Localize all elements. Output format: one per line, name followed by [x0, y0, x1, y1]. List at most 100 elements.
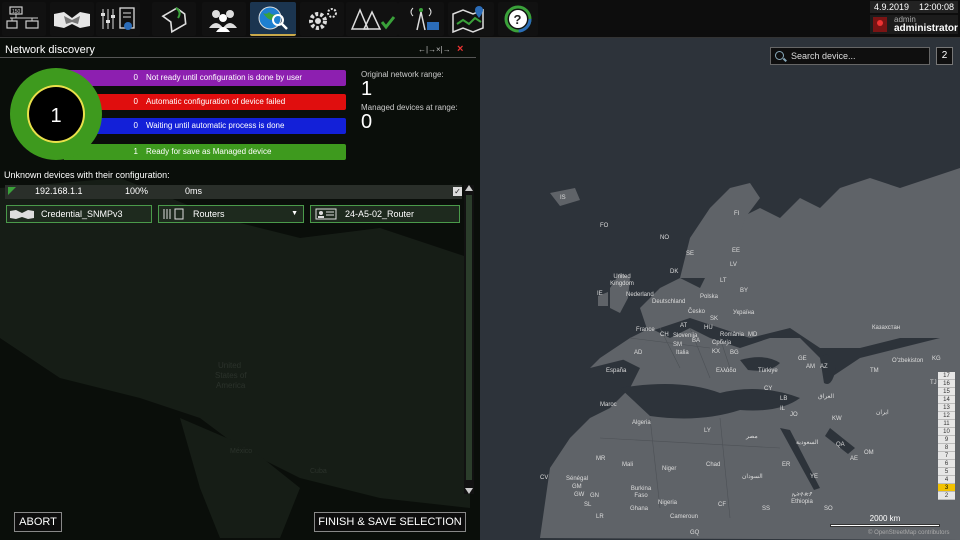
scroll-thumb[interactable]	[466, 195, 472, 480]
map-label: KW	[832, 416, 842, 422]
zoom-level-selected[interactable]: 3	[938, 484, 955, 492]
device-percent: 100%	[125, 186, 149, 196]
map-label: NO	[660, 235, 669, 241]
original-range-value: 1	[361, 78, 373, 100]
zoom-level[interactable]: 6	[938, 460, 955, 468]
zoom-level[interactable]: 15	[938, 388, 955, 396]
device-search-input[interactable]: Search device...	[770, 47, 930, 65]
search-icon	[775, 51, 784, 60]
datetime: 4.9.2019 12:00:08	[870, 1, 958, 13]
close-icon[interactable]: ×	[457, 43, 463, 55]
map-label: Mali	[622, 462, 634, 468]
zoom-level[interactable]: 11	[938, 420, 955, 428]
map-label: DK	[670, 269, 679, 275]
svg-text:México: México	[230, 448, 252, 455]
status-bar-not-ready: 0 Not ready until configuration is done …	[64, 70, 346, 86]
map-marker-icon	[452, 6, 484, 34]
zoom-level[interactable]: 2	[938, 492, 955, 500]
map-label: BA	[692, 338, 701, 344]
zoom-level[interactable]: 16	[938, 380, 955, 388]
map-label: LT	[720, 278, 727, 284]
map-label: Deutschland	[652, 299, 686, 305]
managed-devices-label: Managed devices at range:	[361, 103, 458, 112]
zoom-level[interactable]: 5	[938, 468, 955, 476]
zoom-level[interactable]: 8	[938, 444, 955, 452]
search-placeholder: Search device...	[791, 51, 856, 61]
map-label: Italia	[676, 350, 689, 356]
zoom-level[interactable]: 9	[938, 436, 955, 444]
handshake-icon	[54, 12, 90, 28]
status-label: Not ready until configuration is done by…	[146, 73, 303, 82]
zoom-level[interactable]: 7	[938, 452, 955, 460]
zoom-level[interactable]: 10	[938, 428, 955, 436]
map-label: Chad	[706, 462, 721, 468]
map-view[interactable]: IS FO NO SE FI EE LV LT DK United Kingdo…	[480, 38, 960, 540]
app-window: 150 ? 4.9.2019 12:00:08 admin administra…	[0, 0, 960, 540]
zoom-level[interactable]: 13	[938, 404, 955, 412]
service-handshake-button[interactable]	[50, 2, 94, 36]
wireless-tower-button[interactable]	[398, 2, 444, 36]
zoom-level[interactable]: 12	[938, 412, 955, 420]
map-label: BY	[740, 288, 749, 294]
device-settings-icon	[163, 208, 184, 220]
user-groups-button[interactable]	[202, 2, 246, 36]
scroll-down-icon[interactable]	[465, 488, 473, 494]
network-discovery-button[interactable]	[250, 2, 296, 36]
map-label: Sénégal	[566, 476, 589, 482]
map-label: Burkina Faso	[630, 486, 652, 499]
collapse-icon[interactable]: ×|→	[436, 45, 451, 54]
credential-selector[interactable]: Credential_SNMPv3	[6, 205, 152, 223]
status-label: Automatic configuration of device failed	[146, 97, 286, 106]
map-view-button[interactable]	[448, 2, 494, 36]
original-range-label: Original network range:	[361, 70, 444, 79]
status-flag-icon	[8, 187, 16, 195]
map-label: CF	[718, 502, 726, 508]
help-button[interactable]: ?	[498, 2, 538, 36]
map-label: SE	[686, 251, 695, 257]
device-row[interactable]: 192.168.1.1 100% 0ms ✓	[5, 185, 462, 199]
expand-icon[interactable]: ←|→	[418, 45, 436, 54]
network-topology-button[interactable]: 150	[2, 2, 46, 36]
abort-button[interactable]: ABORT	[14, 512, 62, 532]
map-attribution[interactable]: © OpenStreetMap contributors	[868, 530, 949, 536]
map-label: IS	[560, 195, 566, 201]
map-label: MD	[748, 332, 758, 338]
user-account-button[interactable]: admin administrator	[870, 15, 958, 34]
status-bar-failed: 0 Automatic configuration of device fail…	[64, 94, 346, 110]
device-list-scrollbar[interactable]	[464, 185, 474, 494]
zoom-level[interactable]: 4	[938, 476, 955, 484]
map-label: LR	[596, 514, 604, 520]
map-label: AZ	[820, 364, 828, 370]
map-label: JO	[790, 412, 798, 418]
template-selector[interactable]: 24-A5-02_Router	[310, 205, 460, 223]
zoom-level[interactable]: 17	[938, 372, 955, 380]
zoom-level[interactable]: 14	[938, 396, 955, 404]
device-type-select[interactable]: Routers ▼	[158, 205, 304, 223]
scroll-up-icon[interactable]	[465, 185, 473, 191]
map-label: SM	[673, 342, 682, 348]
map-label: SK	[710, 316, 719, 322]
finish-save-button[interactable]: FINISH & SAVE SELECTION	[314, 512, 466, 532]
discovery-tag-button[interactable]	[152, 2, 196, 36]
map-label: Nigeria	[658, 500, 678, 506]
map-label: TJ	[930, 380, 937, 386]
search-result-count[interactable]: 2	[936, 47, 953, 65]
configuration-button[interactable]	[300, 2, 344, 36]
map-label: FO	[600, 223, 609, 229]
map-label: AM	[806, 364, 815, 370]
map-label: Algeria	[632, 420, 651, 426]
alarm-acknowledge-button[interactable]	[346, 2, 398, 36]
map-label: EE	[732, 248, 741, 254]
svg-text:?: ?	[514, 12, 522, 27]
range-stats: Original network range: 1 Managed device…	[361, 70, 471, 136]
chevron-down-icon: ▼	[291, 210, 298, 217]
map-scale: 2000 km	[830, 514, 940, 527]
map-label: Ghana	[630, 506, 649, 512]
map-label: MR	[596, 456, 606, 462]
device-settings-button[interactable]	[96, 2, 140, 36]
device-select-checkbox[interactable]: ✓	[453, 187, 462, 196]
map-label: YE	[810, 474, 819, 480]
donut-count: 1	[50, 105, 61, 127]
map-label: Maroc	[600, 402, 617, 408]
svg-text:United: United	[218, 361, 241, 370]
